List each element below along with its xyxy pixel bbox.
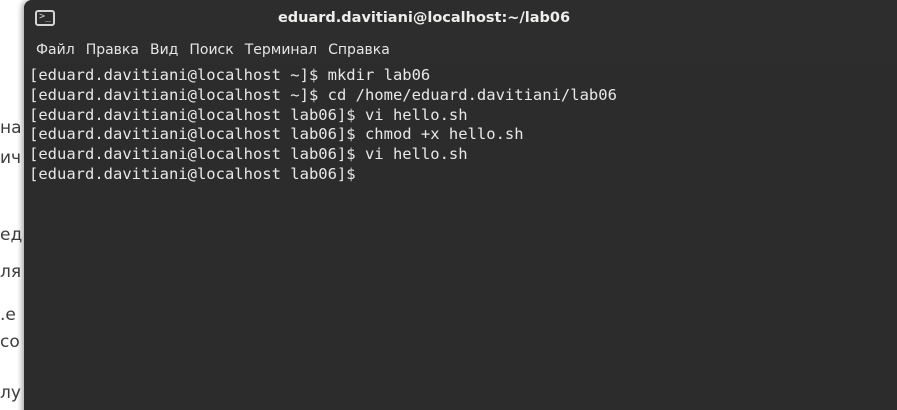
- console-line: [eduard.davitiani@localhost ~]$ cd /home…: [29, 85, 617, 104]
- menu-item-edit[interactable]: Правка: [82, 37, 143, 63]
- console-line: [eduard.davitiani@localhost lab06]$ chmo…: [29, 125, 524, 144]
- terminal-console[interactable]: [eduard.davitiani@localhost ~]$ mkdir la…: [24, 64, 897, 410]
- console-line: [eduard.davitiani@localhost ~]$ mkdir la…: [29, 66, 431, 84]
- menu-item-terminal[interactable]: Терминал: [241, 37, 321, 63]
- background-text-fragment: со: [0, 332, 20, 352]
- desktop-screen: на ич ед ля .е со лу >_ eduard.davitiani…: [0, 0, 897, 410]
- console-prompt-line[interactable]: [eduard.davitiani@localhost lab06]$: [29, 165, 897, 185]
- background-text-fragment: .е: [0, 305, 16, 325]
- menu-item-help[interactable]: Справка: [324, 37, 394, 63]
- menu-item-search[interactable]: Поиск: [185, 37, 237, 63]
- menu-bar: Файл Правка Вид Поиск Терминал Справка: [24, 36, 397, 64]
- background-text-fragment: на: [0, 118, 22, 138]
- console-line: [eduard.davitiani@localhost lab06]$ vi h…: [29, 105, 468, 124]
- background-text-fragment: ед: [0, 225, 23, 245]
- background-text-fragment: ич: [0, 148, 22, 168]
- background-text-fragment: лу: [0, 383, 21, 403]
- terminal-window[interactable]: >_ eduard.davitiani@localhost:~/lab06 Фа…: [24, 0, 897, 410]
- title-row[interactable]: >_ eduard.davitiani@localhost:~/lab06: [24, 0, 897, 36]
- menu-item-view[interactable]: Вид: [146, 37, 182, 63]
- terminal-titlebar[interactable]: >_ eduard.davitiani@localhost:~/lab06 Фа…: [24, 0, 897, 65]
- background-text-fragment: ля: [0, 262, 22, 282]
- menu-item-file[interactable]: Файл: [32, 37, 79, 63]
- console-line: [eduard.davitiani@localhost lab06]$ vi h…: [29, 145, 468, 164]
- window-title: eduard.davitiani@localhost:~/lab06: [277, 10, 571, 26]
